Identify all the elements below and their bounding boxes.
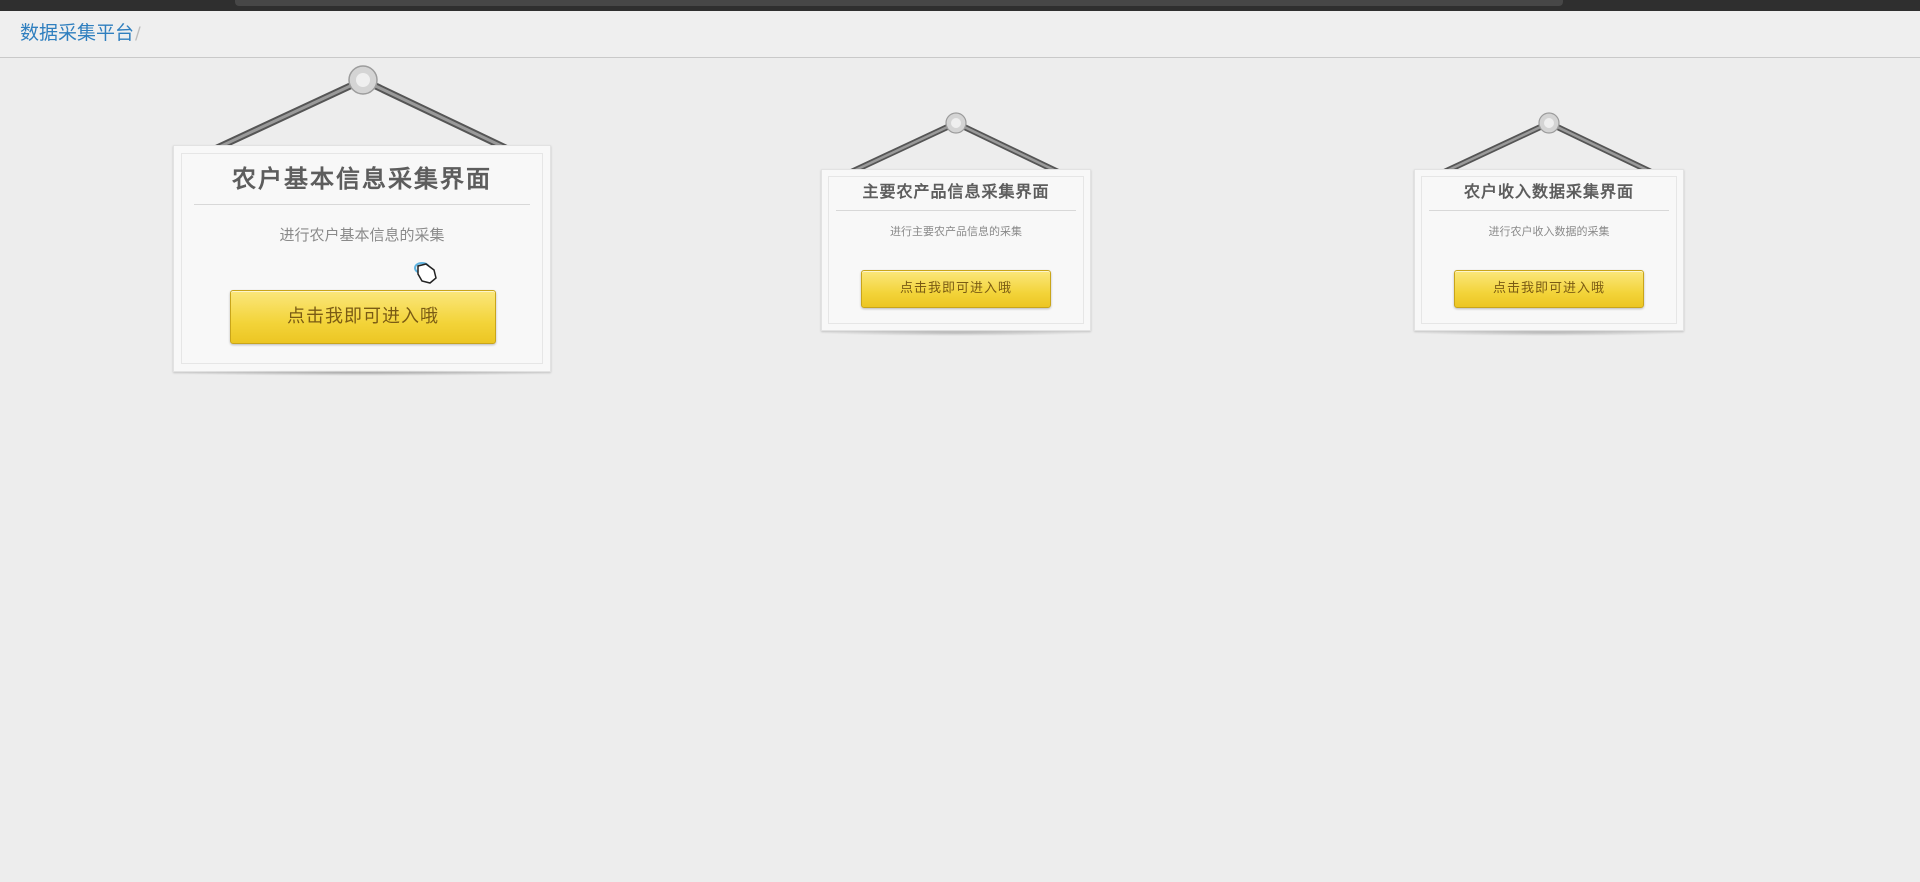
breadcrumb-home-link[interactable]: 数据采集平台 [20, 22, 134, 44]
card-title: 主要农产品信息采集界面 [862, 182, 1050, 201]
card-farmer-income-data: 农户收入数据采集界面 进行农户收入数据的采集 点击我即可进入哦 [1414, 106, 1684, 336]
card-description: 进行主要农产品信息的采集 [890, 225, 1022, 238]
card-main-products-info: 主要农产品信息采集界面 进行主要农产品信息的采集 点击我即可进入哦 [821, 106, 1091, 336]
card-divider [1429, 210, 1669, 211]
breadcrumb-separator: / [135, 24, 141, 44]
card-panel: 主要农产品信息采集界面 进行主要农产品信息的采集 点击我即可进入哦 [821, 169, 1091, 331]
enter-button[interactable]: 点击我即可进入哦 [861, 270, 1051, 308]
breadcrumb: 数据采集平台 / [0, 11, 1920, 58]
card-description: 进行农户收入数据的采集 [1488, 225, 1610, 238]
enter-button[interactable]: 点击我即可进入哦 [1454, 270, 1644, 308]
card-divider [836, 210, 1076, 211]
card-farmer-basic-info: 农户基本信息采集界面 进行农户基本信息的采集 点击我即可进入哦 [173, 62, 551, 382]
card-panel: 农户基本信息采集界面 进行农户基本信息的采集 点击我即可进入哦 [173, 145, 551, 372]
card-shadow [173, 370, 551, 376]
top-nav-bar [0, 0, 1920, 11]
enter-button[interactable]: 点击我即可进入哦 [230, 290, 496, 344]
top-nav-inner [235, 0, 1563, 6]
card-title: 农户基本信息采集界面 [232, 165, 492, 193]
card-divider [194, 204, 530, 205]
card-shadow [821, 330, 1091, 336]
card-description: 进行农户基本信息的采集 [279, 226, 445, 244]
hand-cursor-icon [414, 262, 437, 284]
card-panel: 农户收入数据采集界面 进行农户收入数据的采集 点击我即可进入哦 [1414, 169, 1684, 331]
card-title: 农户收入数据采集界面 [1463, 182, 1634, 201]
card-shadow [1414, 330, 1684, 336]
